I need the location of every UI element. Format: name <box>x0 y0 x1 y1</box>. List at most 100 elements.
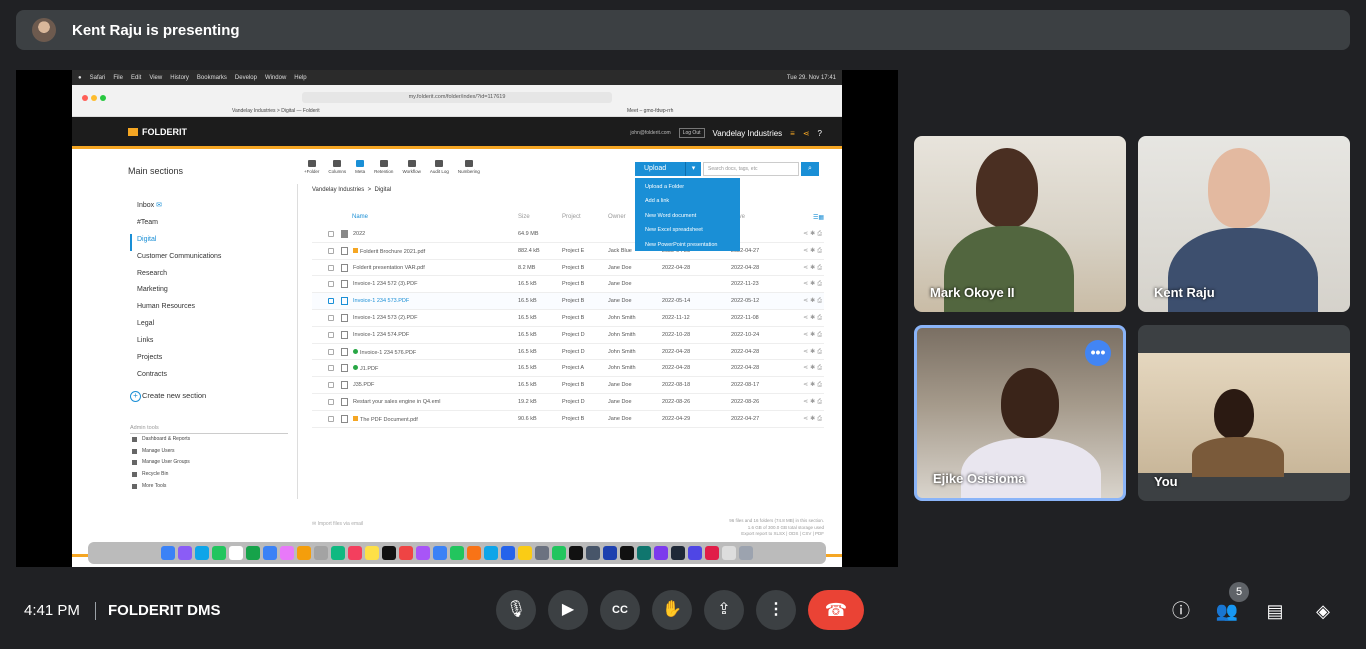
menu-icon: ≡ <box>790 128 795 138</box>
section-human-resources: Human Resources <box>137 303 195 311</box>
admin-manage-users: Manage Users <box>130 446 298 458</box>
file-table: Name Size Project Owner Live ☰▦ 202264.9… <box>312 209 824 428</box>
window-controls <box>82 95 106 101</box>
admin-tools-heading: Admin tools <box>130 422 288 434</box>
admin-manage-groups: Manage User Groups <box>130 457 298 469</box>
participant-tile-kent[interactable]: Kent Raju <box>1138 136 1350 312</box>
participant-name: Mark Okoye II <box>930 285 1015 300</box>
user-email: john@folderit.com <box>630 130 671 136</box>
new-powerpoint-item: New PowerPoint presentation <box>645 241 718 248</box>
browser-toolbar: my.folderit.com/folder/index/?id=117619 … <box>72 85 842 117</box>
browser-tab: Vandelay Industries > Digital — Folderit <box>232 108 320 114</box>
tool-audit-log: Audit Log <box>430 160 449 174</box>
folderit-logo: FOLDERIT <box>128 127 187 137</box>
presenting-banner: Kent Raju is presenting <box>16 10 1350 50</box>
add-link-item: Add a link <box>645 198 670 205</box>
new-word-item: New Word document <box>645 212 697 219</box>
info-icon[interactable]: ⓘ <box>1168 598 1194 624</box>
presenting-text: Kent Raju is presenting <box>72 21 240 39</box>
admin-recycle-bin: Recycle Bin <box>130 469 298 481</box>
create-section-button: Create new section <box>130 390 298 402</box>
captions-icon[interactable]: CC <box>600 590 640 630</box>
mac-menu-item: Bookmarks <box>196 74 227 81</box>
folder-icon <box>128 128 138 136</box>
browser-tab: Meet – gmo-fdwp-rrh <box>627 108 674 114</box>
upload-folder-item: Upload a Folder <box>645 184 685 190</box>
raise-hand-icon[interactable]: ✋ <box>652 590 692 630</box>
tool-retention: Retention <box>374 160 393 174</box>
org-name: Vandelay Industries <box>712 128 783 138</box>
table-row: J1.PDF 16.5 kB Project A John Smith 2022-04-… <box>312 360 824 378</box>
toolbar: +Folder Columns Meta Retention Workflow … <box>304 160 480 174</box>
storage-info: 96 files and 16 folders (74.8 MB) in thi… <box>729 518 824 536</box>
share-icon: ⋖ <box>802 128 810 138</box>
section-contracts: Contracts <box>137 370 167 378</box>
mac-menu-item: File <box>113 74 123 81</box>
browser-tabs: Vandelay Industries > Digital — Folderit… <box>72 106 842 117</box>
table-row: Invoice-1 234 574.PDF 16.5 kB Project D Joh… <box>312 327 824 344</box>
logout-button: Log Out <box>678 128 705 138</box>
upload-button: Upload <box>635 162 701 176</box>
mac-menu-item: Safari <box>89 74 106 81</box>
mac-clock: Tue 29. Nov 17:41 <box>786 74 836 81</box>
new-excel-item: New Excel spreadsheet <box>645 227 703 234</box>
shared-screen: ● Safari File Edit View History Bookmark… <box>16 70 898 567</box>
end-call-button[interactable]: ☎ <box>808 590 864 630</box>
section-team: #Team <box>137 218 159 226</box>
table-row: The PDF Document.pdf 90.6 kB Project B Jane… <box>312 411 824 428</box>
microphone-icon[interactable]: 🎙 <box>496 590 536 630</box>
chat-icon[interactable]: ▤ <box>1262 598 1288 624</box>
search-icon: ⌕ <box>801 162 819 176</box>
table-row: J35.PDF 16.5 kB Project B Jane Doe 2022-08-1… <box>312 377 824 394</box>
present-screen-icon[interactable]: ⇪ <box>704 590 744 630</box>
folderit-main: Main sections +Folder Columns Meta Reten… <box>72 154 842 567</box>
view-toggle-icon: ☰▦ <box>812 215 824 221</box>
section-customer-communications: Customer Communications <box>137 252 222 260</box>
more-options-icon[interactable]: ••• <box>1085 340 1111 366</box>
avatar <box>32 18 56 42</box>
table-row: Folderit presentation VAR.pdf 8.2 MB Proje… <box>312 260 824 277</box>
section-inbox: Inbox ✉ <box>137 202 162 209</box>
tool-meta: Meta <box>355 160 365 174</box>
participant-name: Ejike Osisioma <box>933 471 1026 486</box>
section-digital: Digital <box>130 233 298 251</box>
table-row: Folderit Brochure 2021.pdf 882.4 kB Projec… <box>312 243 824 260</box>
mac-menu-item: View <box>149 74 163 81</box>
section-marketing: Marketing <box>137 286 168 294</box>
section-projects: Projects <box>137 354 163 362</box>
mac-menu-item: Develop <box>234 74 257 81</box>
people-icon[interactable]: 👥 <box>1214 598 1240 624</box>
camera-icon[interactable]: ▶ <box>548 590 588 630</box>
admin-more-tools: More Tools <box>130 481 298 493</box>
admin-dashboard: Dashboard & Reports <box>130 434 298 446</box>
participant-tile-mark[interactable]: Mark Okoye II <box>914 136 1126 312</box>
section-research: Research <box>137 269 167 277</box>
activities-icon[interactable]: ◈ <box>1310 598 1336 624</box>
mac-dock <box>88 542 826 564</box>
tool-folder: +Folder <box>304 160 319 174</box>
sections-sidebar: Inbox ✉ #Team Digital Customer Communica… <box>130 200 298 493</box>
mac-menu-item: Window <box>264 74 287 81</box>
table-row: Invoice-1 234 572 (3).PDF 16.5 kB Project … <box>312 276 824 294</box>
mail-icon: ✉ <box>156 202 162 209</box>
participant-tile-you[interactable]: You <box>1138 325 1350 501</box>
url-bar: my.folderit.com/folder/index/?id=117619 <box>302 92 612 103</box>
section-legal: Legal <box>137 320 155 328</box>
meeting-controls: 4:41 PM FOLDERIT DMS 🎙 ▶ CC ✋ ⇪ ⋮ ☎ ⓘ 👥 … <box>0 570 1366 649</box>
participant-name: Kent Raju <box>1154 285 1215 300</box>
breadcrumb: Vandelay Industries > Digital <box>312 187 392 193</box>
mac-menu-item: History <box>170 74 189 81</box>
participant-tile-ejike[interactable]: ••• Ejike Osisioma <box>914 325 1126 501</box>
upload-dropdown: Upload a Folder Add a link New Word docu… <box>635 178 740 251</box>
more-options-icon[interactable]: ⋮ <box>756 590 796 630</box>
table-row: Invoice-1 234 573.PDF 16.5 kB Project B Jan… <box>312 293 824 310</box>
table-row: Invoice-1 234 573 (2).PDF 16.5 kB Project … <box>312 310 824 327</box>
table-row: 2022 64.9 MB ⋖✱⎙ <box>312 226 824 243</box>
table-row: Restart your sales engine in Q4.eml 19.2 … <box>312 394 824 411</box>
meeting-name: FOLDERIT DMS <box>108 602 221 619</box>
mac-menu-bar: ● Safari File Edit View History Bookmark… <box>72 70 842 85</box>
divider <box>95 602 96 620</box>
mac-menu-item: Help <box>294 74 307 81</box>
tool-workflow: Workflow <box>402 160 421 174</box>
apple-icon: ● <box>78 74 82 81</box>
